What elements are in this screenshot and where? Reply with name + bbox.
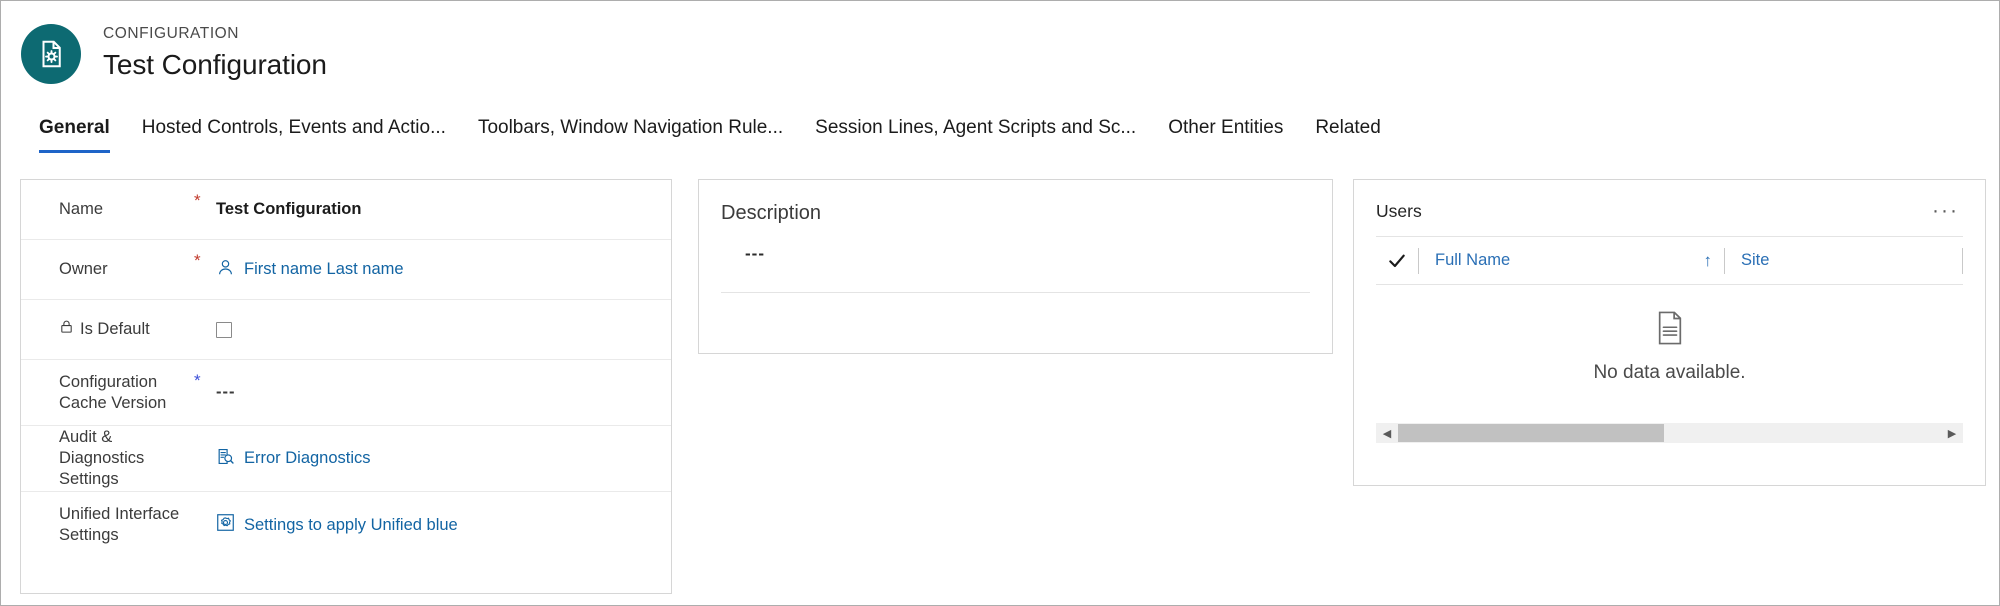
required-indicator-is-default [194, 300, 216, 312]
horizontal-scrollbar[interactable]: ◀ ▶ [1376, 423, 1963, 443]
description-divider [721, 292, 1310, 293]
users-grid-header: Full Name ↑ Site [1376, 237, 1963, 285]
general-form-card: Name * Test Configuration Owner * First … [20, 179, 672, 594]
field-label-audit-diagnostics: Audit & Diagnostics Settings [59, 428, 145, 488]
select-all-checkmark-icon[interactable] [1376, 251, 1418, 271]
required-indicator-config-cache-version: * [194, 371, 201, 390]
record-form-page: CONFIGURATION Test Configuration General… [0, 0, 2000, 606]
column-header-full-name[interactable]: Full Name ↑ [1419, 237, 1724, 284]
header-text-block: CONFIGURATION Test Configuration [103, 24, 327, 83]
description-label: Description [721, 202, 822, 224]
field-value-is-default [216, 321, 647, 338]
users-subgrid-card: Users ··· Full Name ↑ Site No data avail… [1353, 179, 1986, 486]
document-search-icon [216, 447, 235, 471]
required-indicator-unified-interface [194, 492, 216, 504]
document-gear-icon [21, 23, 81, 84]
person-icon [216, 258, 235, 282]
scrollbar-thumb[interactable] [1398, 424, 1665, 442]
tab-hosted-controls[interactable]: Hosted Controls, Events and Actio... [126, 111, 462, 153]
sort-ascending-icon: ↑ [1703, 250, 1713, 270]
required-indicator-name: * [194, 191, 201, 210]
scroll-left-arrow-icon[interactable]: ◀ [1376, 427, 1398, 440]
users-grid-empty-state: No data available. [1354, 285, 1985, 410]
field-label-unified-interface: Unified Interface Settings [59, 505, 180, 544]
more-options-icon[interactable]: ··· [1928, 200, 1963, 221]
column-header-site[interactable]: Site [1725, 237, 1962, 284]
empty-state-text: No data available. [1593, 362, 1746, 383]
error-diagnostics-link[interactable]: Error Diagnostics [244, 449, 371, 468]
field-value-audit-diagnostics: Error Diagnostics [216, 447, 647, 471]
form-row-unified-interface: Unified Interface Settings Settings to a… [21, 492, 671, 558]
tab-related[interactable]: Related [1299, 111, 1397, 153]
field-value-unified-interface: Settings to apply Unified blue [216, 513, 647, 537]
entity-type-label: CONFIGURATION [103, 25, 240, 42]
field-value-owner: First name Last name [216, 258, 647, 282]
lock-icon [59, 318, 74, 341]
unified-interface-settings-link[interactable]: Settings to apply Unified blue [244, 516, 458, 535]
field-label-owner: Owner [59, 260, 108, 278]
document-lines-icon [1655, 311, 1685, 350]
required-indicator-owner: * [194, 251, 201, 270]
form-row-is-default: Is Default [21, 300, 671, 360]
owner-lookup-link[interactable]: First name Last name [244, 260, 404, 279]
tab-toolbars[interactable]: Toolbars, Window Navigation Rule... [462, 111, 799, 153]
column-divider [1962, 247, 1963, 274]
form-row-audit-diagnostics: Audit & Diagnostics Settings Error Diagn… [21, 426, 671, 492]
gear-square-icon [216, 513, 235, 537]
tab-strip: General Hosted Controls, Events and Acti… [1, 111, 1999, 159]
form-row-config-cache-version: Configuration Cache Version * --- [21, 360, 671, 426]
required-indicator-audit-diagnostics [194, 426, 216, 438]
form-row-name: Name * Test Configuration [21, 180, 671, 240]
field-label-config-cache-version: Configuration Cache Version [59, 372, 167, 412]
description-card: Description --- [698, 179, 1333, 354]
is-default-checkbox[interactable] [216, 321, 232, 338]
tab-other-entities[interactable]: Other Entities [1152, 111, 1299, 153]
description-inner: Description --- [699, 180, 1332, 353]
scroll-right-arrow-icon[interactable]: ▶ [1941, 427, 1963, 440]
scrollbar-track[interactable] [1398, 423, 1941, 443]
form-row-owner: Owner * First name Last name [21, 240, 671, 300]
page-title: Test Configuration [103, 49, 327, 80]
record-header: CONFIGURATION Test Configuration [1, 1, 1999, 106]
field-value-config-cache-version[interactable]: --- [216, 383, 647, 402]
description-value[interactable]: --- [745, 244, 1308, 264]
users-card-title: Users [1376, 201, 1422, 221]
users-card-header: Users ··· [1354, 180, 1985, 226]
tab-general[interactable]: General [23, 111, 126, 153]
field-label-is-default: Is Default [59, 318, 194, 341]
field-value-name[interactable]: Test Configuration [216, 200, 647, 219]
field-label-name: Name [59, 200, 104, 218]
tab-session-lines[interactable]: Session Lines, Agent Scripts and Sc... [799, 111, 1152, 153]
